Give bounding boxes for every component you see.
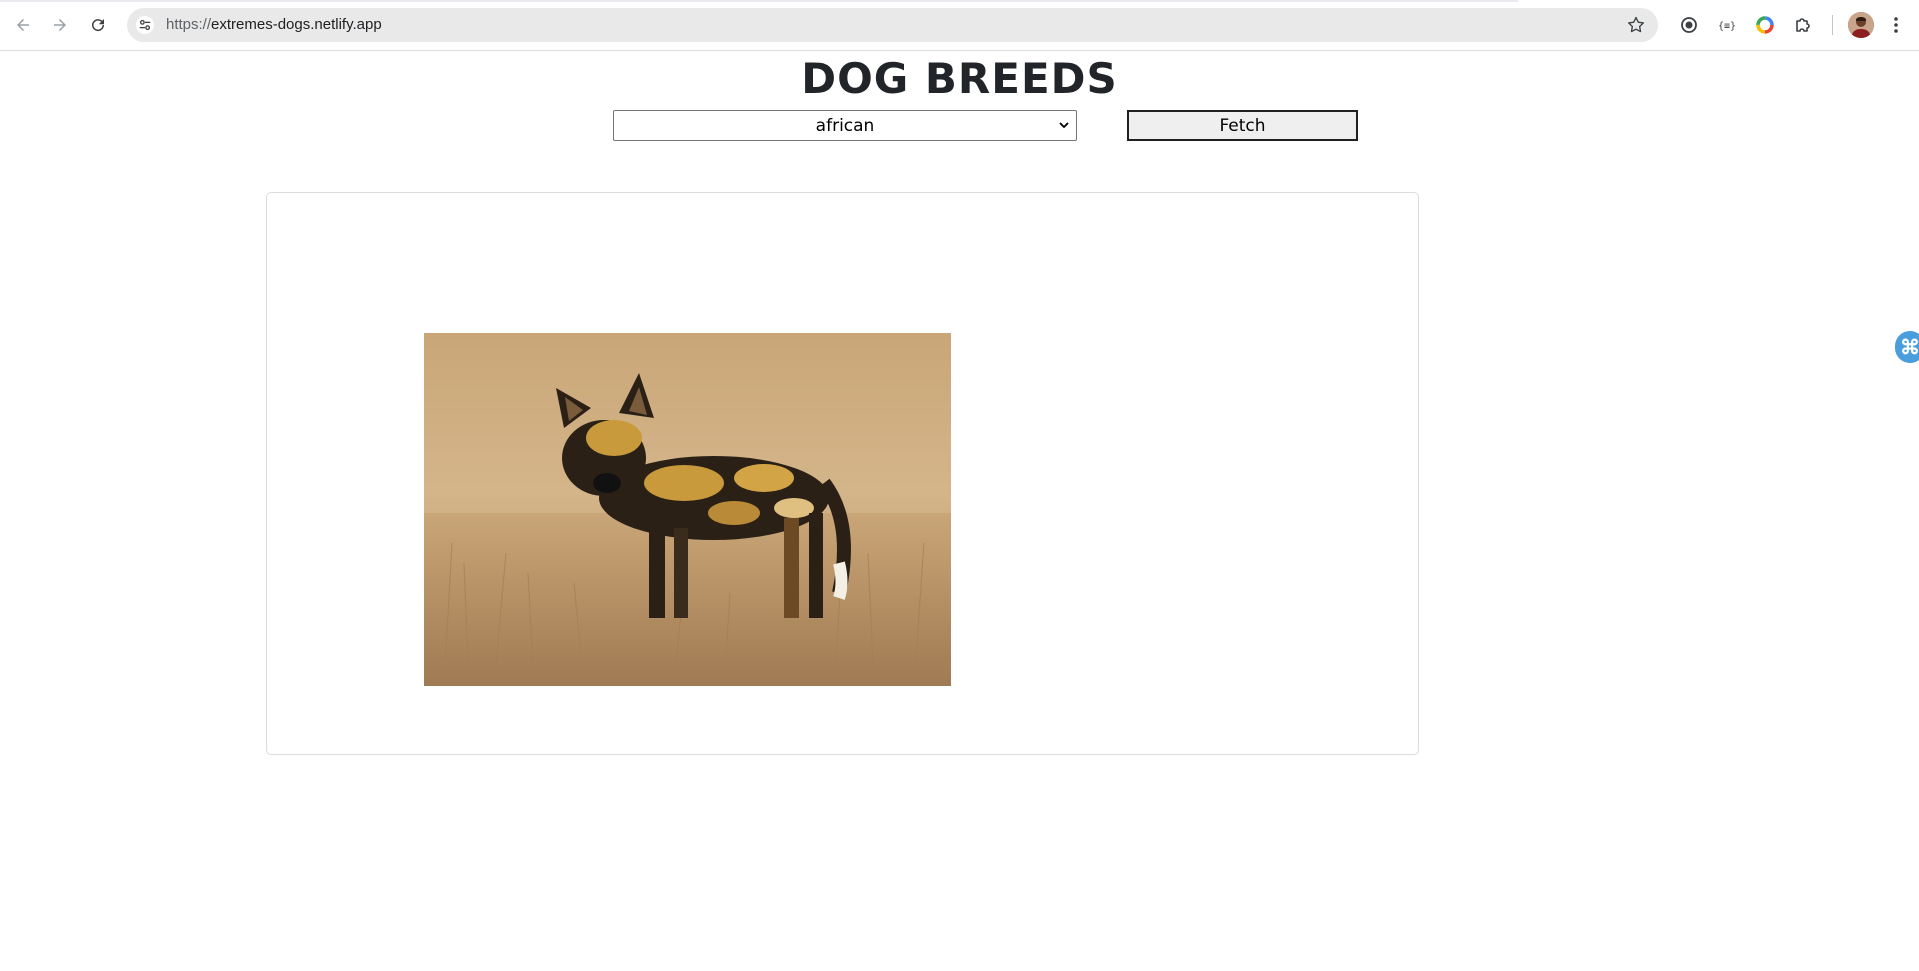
breed-select-value: african	[815, 115, 875, 136]
image-card	[266, 192, 1419, 755]
breed-select[interactable]: african	[613, 110, 1077, 141]
tune-icon[interactable]	[136, 16, 154, 34]
chevron-down-icon	[1059, 122, 1069, 129]
toolbar-separator	[1832, 15, 1833, 35]
json-icon[interactable]: {≡}	[1714, 12, 1740, 38]
url-text[interactable]: https://extremes-dogs.netlify.app	[166, 16, 382, 33]
url-host: extremes-dogs.netlify.app	[211, 16, 382, 33]
profile-avatar[interactable]	[1848, 12, 1874, 38]
address-bar[interactable]: https://extremes-dogs.netlify.app	[127, 8, 1658, 42]
page-content: DOG BREEDS african Fetch ⌘	[0, 51, 1919, 971]
url-scheme: https://	[166, 16, 212, 33]
browser-toolbar: https://extremes-dogs.netlify.app {≡}	[0, 0, 1919, 51]
puzzle-icon[interactable]	[1790, 12, 1816, 38]
record-icon[interactable]	[1676, 12, 1702, 38]
dog-image	[424, 333, 951, 686]
star-icon[interactable]	[1626, 15, 1646, 35]
forward-arrow-icon[interactable]	[48, 13, 72, 37]
command-shortcut-icon[interactable]: ⌘	[1895, 331, 1919, 363]
back-arrow-icon[interactable]	[11, 13, 35, 37]
page-load-progress	[0, 0, 1518, 2]
color-wheel-icon[interactable]	[1752, 12, 1778, 38]
reload-icon[interactable]	[86, 13, 110, 37]
kebab-menu-icon[interactable]	[1888, 13, 1904, 37]
svg-text:{≡}: {≡}	[1718, 21, 1736, 32]
fetch-button[interactable]: Fetch	[1127, 110, 1358, 141]
page-title: DOG BREEDS	[801, 54, 1118, 103]
